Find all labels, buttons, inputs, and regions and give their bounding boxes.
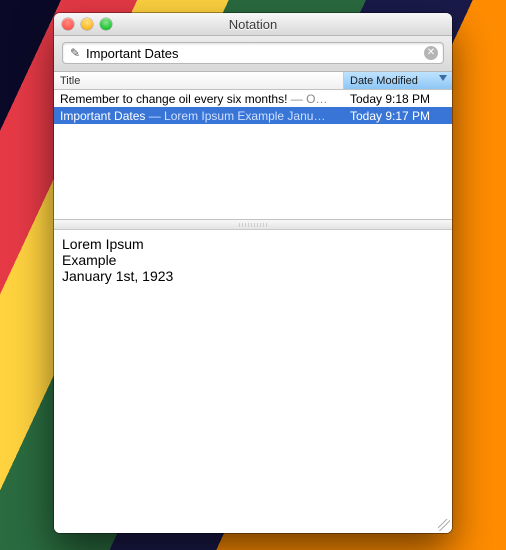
row-title: Remember to change oil every six months!: [60, 92, 287, 106]
row-preview-sep: —: [145, 109, 164, 123]
minimize-button[interactable]: [81, 18, 93, 30]
pencil-icon: ✎: [68, 46, 82, 60]
desktop-background: Notation ✎ ✕ Title Date Modified Remembe…: [0, 0, 506, 550]
clear-search-button[interactable]: ✕: [424, 46, 438, 60]
split-divider[interactable]: [54, 220, 452, 230]
search-input[interactable]: [82, 46, 424, 61]
app-window: Notation ✎ ✕ Title Date Modified Remembe…: [54, 13, 452, 533]
note-editor[interactable]: Lorem Ipsum Example January 1st, 1923: [54, 230, 452, 533]
row-preview-sep: —: [287, 92, 306, 106]
row-title: Important Dates: [60, 109, 145, 123]
row-preview: Lorem Ipsum Example Janu…: [164, 109, 325, 123]
search-field-wrap[interactable]: ✎ ✕: [62, 42, 444, 64]
list-row[interactable]: Remember to change oil every six months!…: [54, 90, 452, 107]
row-title-cell: Remember to change oil every six months!…: [54, 92, 344, 106]
sort-descending-icon: [439, 75, 447, 81]
row-date-cell: Today 9:17 PM: [344, 109, 452, 123]
column-header-title[interactable]: Title: [54, 72, 344, 89]
titlebar[interactable]: Notation: [54, 13, 452, 36]
close-button[interactable]: [62, 18, 74, 30]
zoom-button[interactable]: [100, 18, 112, 30]
row-date-cell: Today 9:18 PM: [344, 92, 452, 106]
notes-list[interactable]: Remember to change oil every six months!…: [54, 90, 452, 220]
list-row[interactable]: Important Dates — Lorem Ipsum Example Ja…: [54, 107, 452, 124]
resize-grip[interactable]: [438, 519, 450, 531]
toolbar: ✎ ✕: [54, 36, 452, 72]
column-label: Title: [60, 75, 80, 87]
column-label: Date Modified: [350, 75, 418, 87]
window-title: Notation: [54, 17, 452, 32]
row-preview: O…: [306, 92, 327, 106]
row-title-cell: Important Dates — Lorem Ipsum Example Ja…: [54, 109, 344, 123]
column-header-date[interactable]: Date Modified: [344, 72, 452, 89]
list-header: Title Date Modified: [54, 72, 452, 90]
window-controls: [54, 18, 112, 30]
